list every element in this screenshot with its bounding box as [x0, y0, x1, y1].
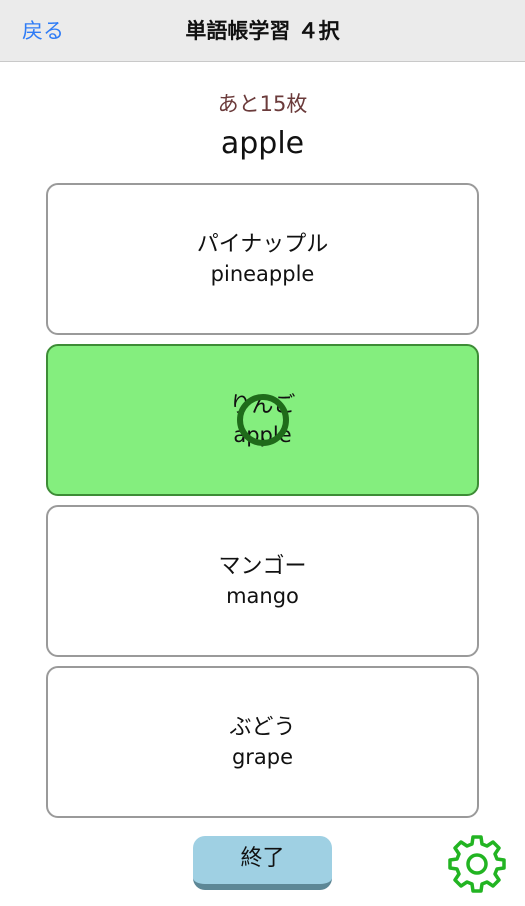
question-word: apple: [220, 126, 305, 161]
quiz-screen: 戻る 単語帳学習 ４択 あと15枚 apple パイナップル pineapple…: [0, 0, 525, 906]
choice-button-3[interactable]: マンゴー mango: [46, 505, 479, 657]
choice-text: マンゴー mango: [48, 552, 477, 610]
page-title: 単語帳学習 ４択: [185, 19, 340, 43]
remaining-count: あと15枚: [217, 92, 308, 116]
choice-japanese: パイナップル: [196, 232, 329, 257]
finish-button[interactable]: 終了: [193, 836, 332, 890]
correct-circle-icon: [236, 394, 289, 446]
choice-japanese: ぶどう: [229, 715, 296, 740]
choice-japanese: マンゴー: [218, 554, 307, 579]
choice-english: mango: [226, 584, 299, 608]
choice-text: ぶどう grape: [48, 713, 477, 771]
choice-english: grape: [231, 745, 294, 769]
choice-button-2[interactable]: りんご apple: [46, 344, 479, 496]
choice-button-1[interactable]: パイナップル pineapple: [46, 183, 479, 335]
choice-text: パイナップル pineapple: [48, 230, 477, 288]
choice-button-4[interactable]: ぶどう grape: [46, 666, 479, 818]
gear-icon[interactable]: [447, 834, 507, 894]
navigation-bar: 戻る 単語帳学習 ４択: [0, 0, 525, 62]
choice-english: pineapple: [210, 262, 315, 286]
